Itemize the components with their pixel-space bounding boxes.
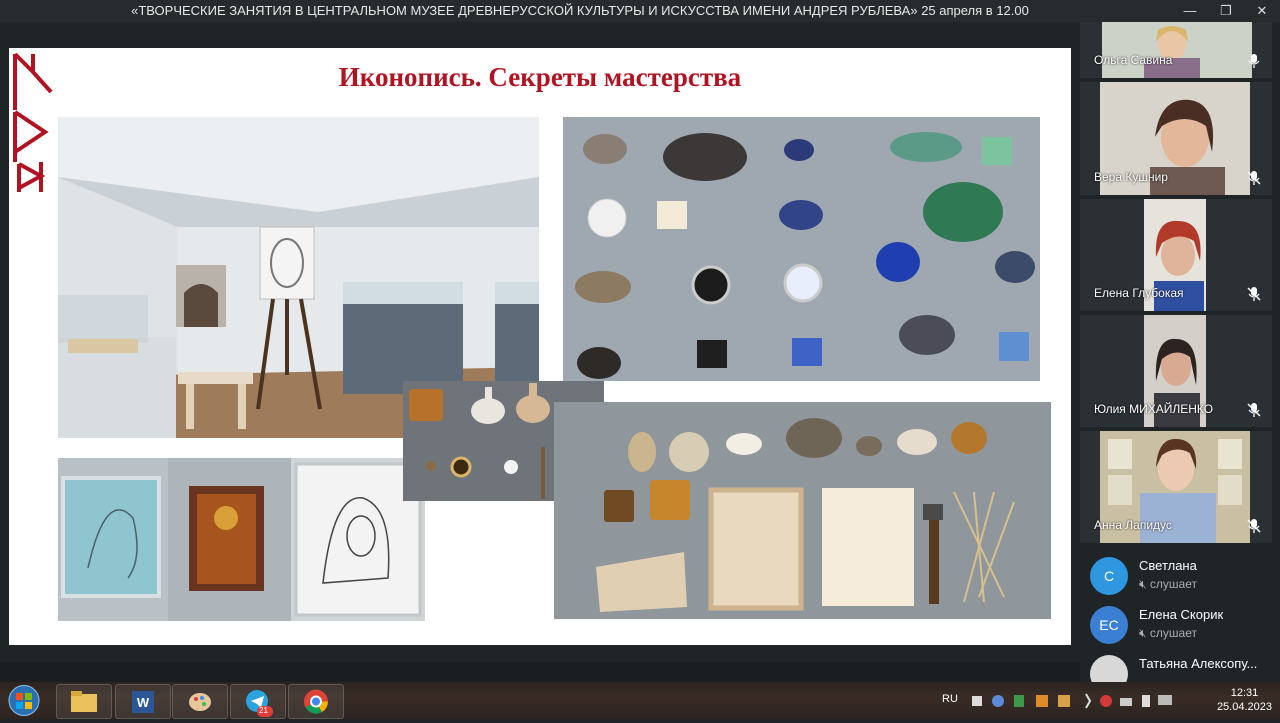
file-explorer-icon[interactable] — [56, 684, 112, 719]
window-title: «ТВОРЧЕСКИЕ ЗАНЯТИЯ В ЦЕНТРАЛЬНОМ МУЗЕЕ … — [131, 3, 1029, 18]
telegram-icon[interactable]: 21 — [230, 684, 286, 719]
system-tray-icons[interactable] — [970, 692, 1190, 710]
participant-tile[interactable]: Анна Лапидус — [1080, 431, 1272, 543]
mic-off-icon[interactable] — [1246, 518, 1262, 534]
listener-name: Светлана — [1139, 558, 1197, 573]
mic-off-icon[interactable] — [1246, 402, 1262, 418]
clock-time: 12:31 — [1230, 687, 1259, 699]
avatar: ЕС — [1090, 606, 1128, 644]
mic-on-icon[interactable] — [1246, 53, 1262, 69]
participant-tile[interactable]: Юлия МИХАЙЛЕНКО — [1080, 315, 1272, 427]
listener-status-text: слушает — [1149, 626, 1197, 640]
start-orb-icon[interactable] — [6, 684, 42, 717]
listener-item[interactable]: ЕС Елена Скорик 🔇︎ слушает — [1080, 601, 1272, 649]
language-indicator[interactable]: RU — [942, 693, 958, 705]
close-icon[interactable]: ✕ — [1244, 0, 1280, 22]
participant-tile[interactable]: Ольга Савина — [1080, 22, 1272, 78]
listener-item[interactable]: С Светлана 🔇︎ слушает — [1080, 552, 1272, 600]
participant-name: Вера Кушнир — [1094, 170, 1168, 184]
presentation-slide: Иконопись. Секреты мастерства — [9, 48, 1071, 645]
listener-name: Елена Скорик — [1139, 607, 1224, 622]
paint-icon[interactable] — [172, 684, 228, 719]
icon-panels-photo — [58, 458, 425, 621]
telegram-badge: 21 — [259, 706, 268, 715]
restore-icon[interactable]: ❐ — [1208, 0, 1244, 22]
listener-name: Татьяна Алексопу... — [1139, 656, 1258, 671]
listener-status: 🔇︎ слушает — [1139, 626, 1197, 640]
minimize-icon[interactable]: — — [1172, 0, 1208, 22]
mic-off-icon[interactable] — [1246, 170, 1262, 186]
svg-text:W: W — [137, 695, 150, 710]
participant-video — [1102, 22, 1252, 78]
windows-taskbar: W 21 RU 12:31 25.04.2023 — [0, 682, 1280, 719]
avatar — [1090, 655, 1128, 682]
word-icon[interactable]: W — [115, 684, 171, 719]
participant-name: Елена Глубокая — [1094, 286, 1184, 300]
screen-share-footer — [0, 662, 1080, 682]
clock-date: 25.04.2023 — [1216, 701, 1272, 713]
listener-status: 🔇︎ слушает — [1139, 577, 1197, 591]
participant-tile[interactable]: Елена Глубокая — [1080, 199, 1272, 311]
system-clock[interactable]: 12:31 25.04.2023 — [1217, 686, 1272, 714]
pigment-minerals-photo — [563, 117, 1040, 381]
participant-name: Анна Лапидус — [1094, 518, 1172, 532]
listener-status-text: слушает — [1149, 577, 1197, 591]
participant-name: Ольга Савина — [1094, 53, 1173, 67]
chrome-icon[interactable] — [288, 684, 344, 719]
participant-tile[interactable]: Вера Кушнир — [1080, 82, 1272, 195]
avatar: С — [1090, 557, 1128, 595]
icon-materials-photo — [554, 402, 1051, 619]
listener-item[interactable]: Татьяна Алексопу... — [1080, 650, 1272, 682]
mic-off-icon[interactable] — [1246, 286, 1262, 302]
slide-title: Иконопись. Секреты мастерства — [338, 62, 742, 92]
participant-name: Юлия МИХАЙЛЕНКО — [1094, 402, 1214, 416]
screen-share-area: Иконопись. Секреты мастерства — [0, 22, 1080, 662]
window-titlebar: «ТВОРЧЕСКИЕ ЗАНЯТИЯ В ЦЕНТРАЛЬНОМ МУЗЕЕ … — [0, 0, 1280, 22]
participants-panel: Ольга Савина Вера Кушнир Елена Глубокая — [1080, 22, 1280, 682]
